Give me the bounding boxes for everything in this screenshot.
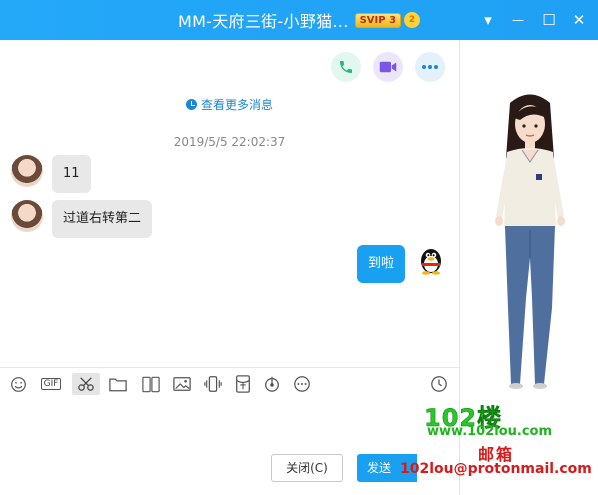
emoji-button[interactable] — [7, 374, 29, 394]
message-timestamp: 2019/5/5 22:02:37 — [173, 135, 286, 149]
my-avatar-penguin-icon[interactable] — [416, 245, 446, 275]
message-bubble-outgoing: 到啦 — [357, 245, 406, 283]
clock-icon — [185, 99, 197, 110]
watermark-url: www.102lou.com — [427, 424, 553, 439]
title-bar: MM-天府三街-小野猫... SVIP 3 2 ▾ — ☐ ✕ — [0, 0, 598, 40]
message-bubble-incoming: 11 — [52, 155, 91, 193]
video-call-button[interactable] — [373, 52, 403, 82]
more-actions-button[interactable] — [415, 52, 445, 82]
history-button[interactable] — [428, 374, 450, 394]
contact-avatar[interactable] — [11, 200, 43, 232]
scissors-icon — [78, 377, 94, 391]
crown-badge: 2 — [404, 12, 421, 28]
screenshot-button[interactable] — [72, 373, 100, 395]
video-camera-icon — [379, 61, 397, 73]
more-icon — [294, 376, 310, 392]
emoji-icon — [10, 376, 26, 392]
contact-avatar[interactable] — [11, 155, 43, 187]
voice-call-button[interactable] — [331, 52, 361, 82]
maximize-button[interactable]: ☐ — [534, 0, 564, 40]
close-button[interactable]: 关闭(C) — [271, 454, 343, 482]
file-button[interactable] — [107, 374, 129, 394]
image-edit-button[interactable] — [140, 374, 162, 394]
image-edit-icon — [142, 376, 160, 392]
shake-button[interactable] — [202, 374, 224, 394]
music-icon — [265, 376, 279, 392]
shake-icon — [204, 376, 222, 392]
minimize-button[interactable]: — — [503, 0, 533, 40]
message-bubble-incoming: 过道右转第二 — [52, 200, 153, 238]
picture-button[interactable] — [171, 374, 193, 394]
window-title: MM-天府三街-小野猫... — [177, 12, 349, 31]
folder-icon — [109, 377, 127, 391]
character-avatar-illustration — [495, 94, 565, 389]
image-icon — [173, 377, 191, 391]
more-dots-icon — [422, 65, 438, 69]
watermark-email: 102lou@protonmail.com — [400, 461, 592, 477]
gif-button[interactable]: GIF — [38, 374, 64, 394]
history-clock-icon — [431, 376, 447, 392]
more-tools-button[interactable] — [291, 374, 313, 394]
chat-area: 查看更多消息 2019/5/5 22:02:37 11 过道右转第二 到啦 — [0, 40, 459, 367]
close-window-button[interactable]: ✕ — [564, 0, 594, 40]
phone-icon — [340, 61, 352, 73]
red-packet-button[interactable] — [232, 374, 254, 394]
dropdown-button[interactable]: ▾ — [473, 0, 503, 40]
more-messages-link[interactable]: 查看更多消息 — [0, 96, 459, 113]
vip-badge: SVIP 3 — [354, 12, 402, 28]
more-messages-label: 查看更多消息 — [200, 98, 273, 112]
input-toolbar: GIF — [0, 367, 459, 399]
gif-icon: GIF — [40, 378, 62, 390]
music-button[interactable] — [261, 374, 283, 394]
red-packet-icon — [236, 375, 250, 393]
